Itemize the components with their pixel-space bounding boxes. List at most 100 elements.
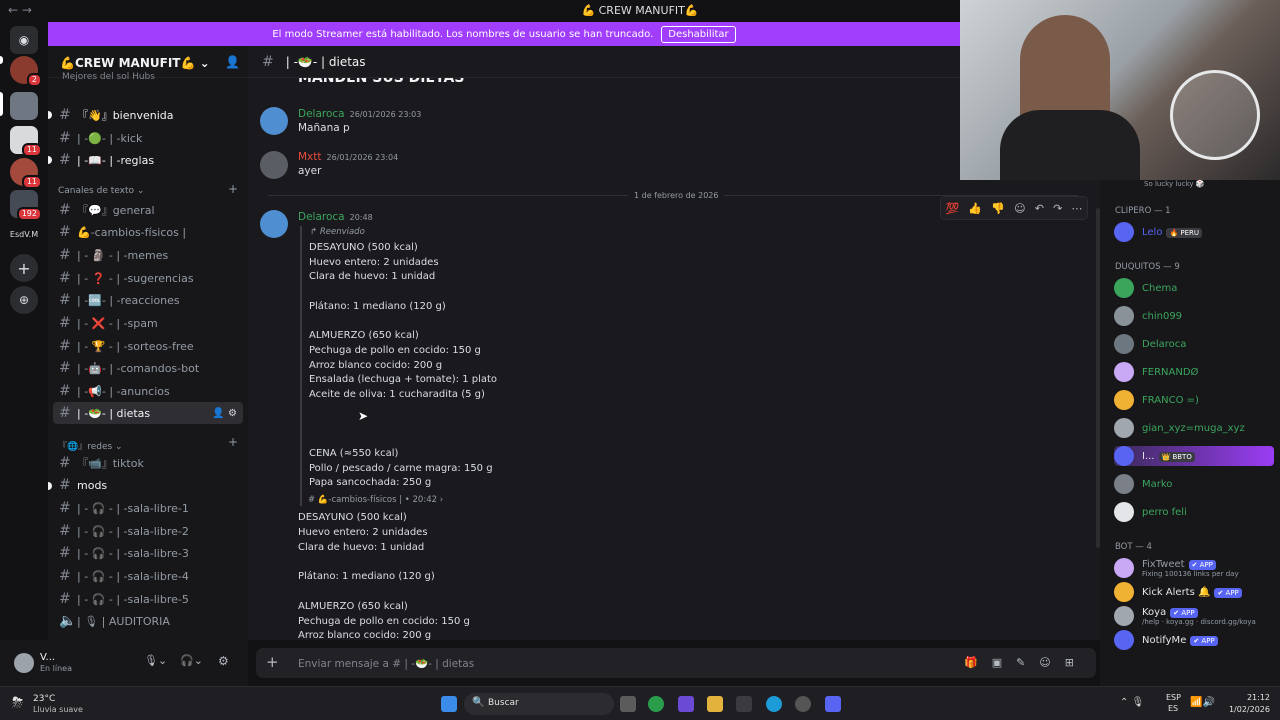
message-input-placeholder[interactable]: Enviar mensaje a # | -🥗- | dietas <box>298 657 474 670</box>
member-item[interactable]: perro feli <box>1114 502 1187 522</box>
message-author[interactable]: Delaroca <box>298 108 345 120</box>
obs-icon[interactable] <box>795 696 811 712</box>
add-channel-icon[interactable]: + <box>228 182 238 196</box>
channel-sugerencias[interactable]: # | - ❓ - | -sugerencias <box>53 267 243 289</box>
store-icon[interactable] <box>736 696 752 712</box>
add-reaction-icon[interactable]: ☺ <box>1014 202 1025 215</box>
mention-badge: 192 <box>16 207 42 221</box>
discord-home-icon[interactable]: ◉ <box>10 26 38 54</box>
member-item[interactable]: I... 👑 BBTO <box>1114 446 1274 466</box>
channel-bienvenida[interactable]: # 『👋』bienvenida <box>53 104 243 126</box>
taskbar-search[interactable]: 🔍 Buscar <box>464 693 614 715</box>
channel-sala-libre-1[interactable]: # | - 🎧 - | -sala-libre-1 <box>53 497 243 519</box>
task-view-icon[interactable] <box>620 696 636 712</box>
weather-icon[interactable]: ⛈ <box>12 695 23 711</box>
member-item[interactable]: gian_xyz=muga_xyz <box>1114 418 1245 438</box>
add-server-icon[interactable]: + <box>10 254 38 282</box>
category-redes[interactable]: 『🌐』redes ⌄ <box>58 439 123 452</box>
invite-icon[interactable]: 👤 <box>225 55 240 69</box>
avatar[interactable] <box>260 107 288 135</box>
member-item[interactable]: FERNANDØ <box>1114 362 1198 382</box>
more-icon[interactable]: ⋯ <box>1071 202 1082 215</box>
channel-reacciones[interactable]: # | -🆒- | -reacciones <box>53 289 243 311</box>
member-item[interactable]: Lelo 🔥 PERU <box>1114 222 1203 242</box>
server-folder-label[interactable]: EsdV.M <box>0 230 48 239</box>
channel-tiktok[interactable]: # 『📹』tiktok <box>53 452 243 474</box>
channel-spam[interactable]: # | - ❌ - | -spam <box>53 312 243 334</box>
member-item[interactable]: chin099 <box>1114 306 1182 326</box>
lang-2[interactable]: ES <box>1168 704 1178 713</box>
channel-reglas[interactable]: # | -📖- | -reglas <box>53 149 243 171</box>
channel-anuncios[interactable]: # | -📢- | -anuncios <box>53 380 243 402</box>
message-author[interactable]: Delaroca <box>298 211 345 223</box>
channel-sala-libre-5[interactable]: # | - 🎧 - | -sala-libre-5 <box>53 588 243 610</box>
server-icon-3[interactable]: 11 <box>10 126 42 157</box>
message-composer[interactable]: + Enviar mensaje a # | -🥗- | dietas 🎁▣✎☺… <box>256 648 1096 678</box>
member-name-row: Delaroca <box>1142 339 1186 350</box>
avatar[interactable] <box>260 210 288 238</box>
webcam-overlay <box>960 0 1280 180</box>
channel-memes[interactable]: # | - 🗿 - | -memes <box>53 244 243 266</box>
thumbs-down-icon[interactable]: 👎 <box>991 202 1005 215</box>
avatar <box>1114 362 1134 382</box>
channel-sorteos-free[interactable]: # | - 🏆 - | -sorteos-free <box>53 335 243 357</box>
message-header: Delaroca 20:48 <box>298 211 373 223</box>
avatar <box>1114 278 1134 298</box>
avatar[interactable] <box>260 151 288 179</box>
gear-icon[interactable]: ⚙ <box>218 654 229 668</box>
channel-sala-libre-4[interactable]: # | - 🎧 - | -sala-libre-4 <box>53 565 243 587</box>
category-canales-de-texto[interactable]: Canales de texto ⌄ <box>58 186 144 196</box>
server-icon-5[interactable]: 192 <box>10 190 42 221</box>
member-item[interactable]: FRANCO =) <box>1114 390 1199 410</box>
forwarded-source-link[interactable]: # 💪-cambios-físicos | • 20:42 › <box>308 495 443 505</box>
add-channel-icon[interactable]: + <box>228 435 238 449</box>
tray-icons[interactable]: ⌃ 🎙 <box>1120 697 1144 708</box>
channel-cambios-fisicos[interactable]: # 💪-cambios-físicos | <box>53 221 243 243</box>
file-explorer-icon[interactable] <box>707 696 723 712</box>
channel-settings-icon[interactable]: 👤 ⚙ <box>212 408 237 419</box>
copilot-icon[interactable] <box>678 696 694 712</box>
headphones-icon[interactable]: 🎧⌄ <box>180 654 203 667</box>
channel-sala-libre-3[interactable]: # | - 🎧 - | -sala-libre-3 <box>53 542 243 564</box>
member-item[interactable]: Marko <box>1114 474 1172 494</box>
message-author[interactable]: Mxtt <box>298 151 322 163</box>
microphone-icon[interactable]: 🎙⌄ <box>144 654 167 667</box>
lang-1[interactable]: ESP <box>1166 693 1181 702</box>
channel-sala-libre-2[interactable]: # | - 🎧 - | -sala-libre-2 <box>53 520 243 542</box>
clock-time[interactable]: 21:12 <box>1220 693 1270 702</box>
channel-kick[interactable]: # | -🟢- | -kick <box>53 127 243 149</box>
disable-streamer-button[interactable]: Deshabilitar <box>661 25 736 43</box>
discord-taskbar-icon[interactable] <box>825 696 841 712</box>
thumbs-up-icon[interactable]: 👍 <box>968 202 982 215</box>
channel-comandos-bot[interactable]: # | -🤖- | -comandos-bot <box>53 357 243 379</box>
edge-icon[interactable] <box>766 696 782 712</box>
discover-icon[interactable]: ⊕ <box>10 286 38 314</box>
member-item[interactable]: Koya ✔ APP/help · koya.gg · discord.gg/ko… <box>1114 606 1256 626</box>
member-item[interactable]: Chema <box>1114 278 1177 298</box>
channel-general[interactable]: # 『💬』general <box>53 199 243 221</box>
member-item[interactable]: Kick Alerts 🔔 ✔ APP <box>1114 582 1242 602</box>
composer-icons[interactable]: 🎁▣✎☺⊞ <box>964 656 1088 669</box>
scrollbar[interactable] <box>1096 208 1100 548</box>
channel-dietas[interactable]: # | -🥗- | dietas 👤 ⚙ <box>53 402 243 424</box>
avatar[interactable] <box>14 653 34 673</box>
member-item[interactable]: Delaroca <box>1114 334 1186 354</box>
windows-start-icon[interactable] <box>441 696 457 712</box>
add-attachment-icon[interactable]: + <box>266 653 279 671</box>
member-item[interactable]: NotifyMe ✔ APP <box>1114 630 1218 650</box>
server-icon-2[interactable] <box>10 92 38 120</box>
webcam-fan <box>1170 70 1260 160</box>
forward-icon[interactable]: ↷ <box>1053 202 1062 215</box>
chrome-icon[interactable] <box>648 696 664 712</box>
member-item[interactable]: FixTweet ✔ APP Fixing 100136 links per day <box>1114 558 1239 578</box>
server-icon-1[interactable]: 2 <box>10 56 42 87</box>
category-mods[interactable]: # mods <box>53 474 243 496</box>
network-volume-icons[interactable]: 📶🔊 <box>1190 697 1215 708</box>
reply-icon[interactable]: ↶ <box>1035 202 1044 215</box>
channel-auditoria[interactable]: 🔈 | 🎙 | AUDITORIA <box>53 610 243 632</box>
server-icon-4[interactable]: 11 <box>10 158 42 189</box>
server-unread-pill <box>0 56 3 64</box>
clock-date[interactable]: 1/02/2026 <box>1220 705 1270 714</box>
reaction-100-icon[interactable]: 💯 <box>946 202 960 215</box>
forwarded-line: Ensalada (lechuga + tomate): 1 plato <box>309 374 498 386</box>
